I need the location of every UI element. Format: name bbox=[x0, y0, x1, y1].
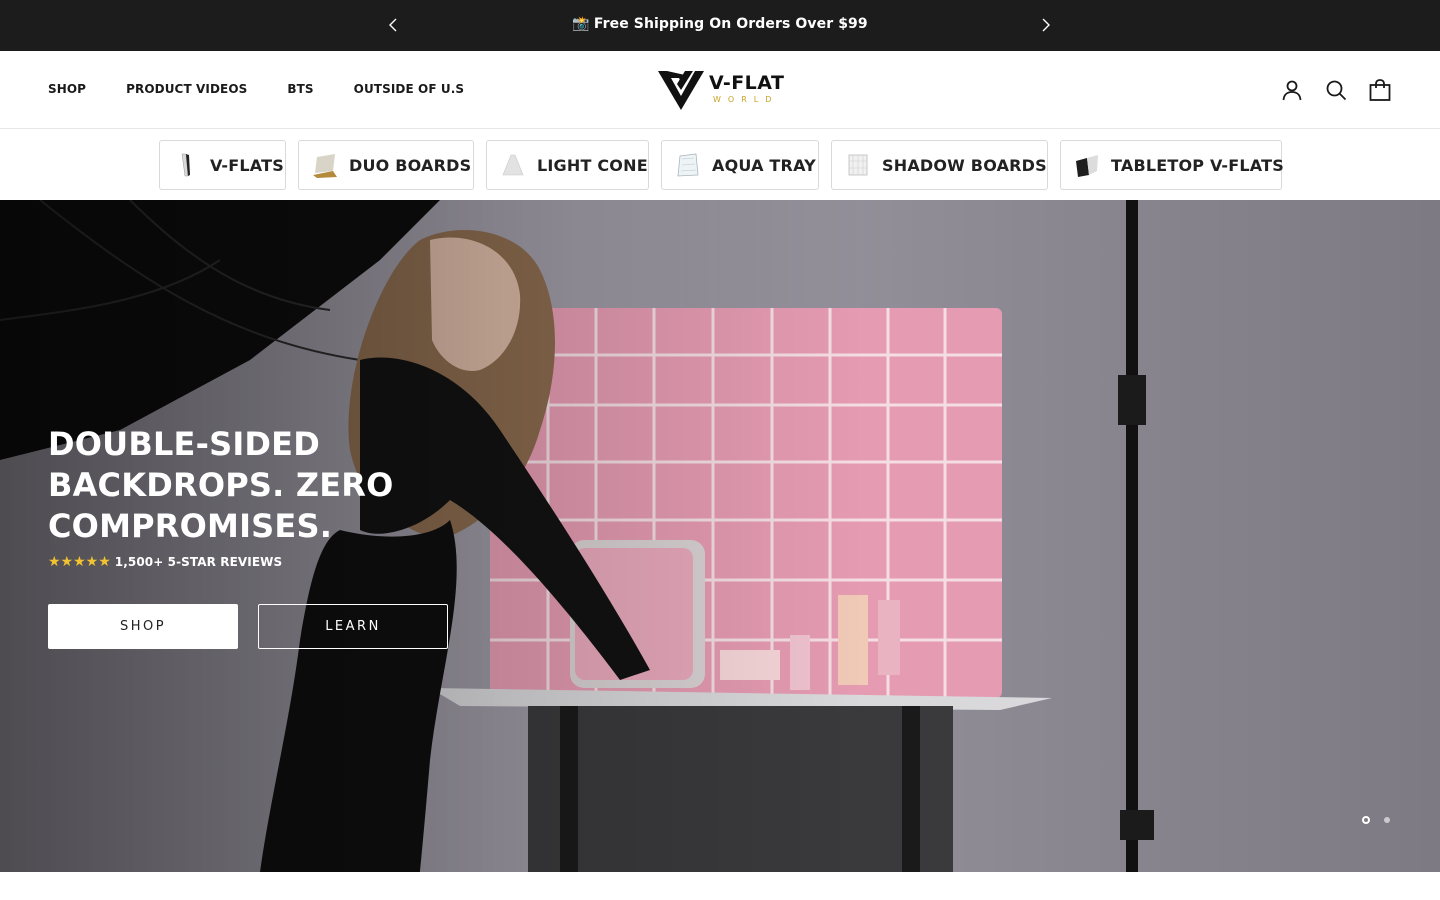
rating-text: 1,500+ 5-STAR REVIEWS bbox=[114, 555, 283, 569]
search-icon[interactable] bbox=[1324, 78, 1348, 102]
category-label: AQUA TRAY bbox=[712, 155, 816, 175]
category-chip-v-flats[interactable]: V-FLATS bbox=[159, 140, 286, 190]
chevron-right-icon bbox=[1042, 18, 1050, 32]
category-label: TABLETOP V-FLATS bbox=[1111, 155, 1284, 175]
category-chip-light-cone[interactable]: LIGHT CONE bbox=[486, 140, 649, 190]
main-nav: SHOP PRODUCT VIDEOS BTS OUTSIDE OF U.S bbox=[48, 82, 504, 96]
cart-icon[interactable] bbox=[1368, 78, 1392, 102]
hero-learn-button[interactable]: LEARN bbox=[258, 604, 448, 649]
camera-icon: 📸 bbox=[572, 16, 590, 32]
duo-board-icon bbox=[311, 151, 339, 179]
nav-item-shop[interactable]: SHOP bbox=[48, 82, 86, 96]
slide-dot-1[interactable] bbox=[1362, 816, 1370, 824]
hero-headline-line3: COMPROMISES. bbox=[48, 507, 333, 545]
hero-headline-line1: DOUBLE-SIDED bbox=[48, 425, 321, 463]
announcement-bar: 📸 Free Shipping On Orders Over $99 bbox=[0, 0, 1440, 51]
nav-item-bts[interactable]: BTS bbox=[287, 82, 313, 96]
v-flat-board-icon bbox=[172, 151, 200, 179]
slide-indicator bbox=[1362, 816, 1390, 824]
announcement-text: Free Shipping On Orders Over $99 bbox=[593, 16, 868, 32]
nav-item-product-videos[interactable]: PRODUCT VIDEOS bbox=[126, 82, 247, 96]
category-chip-duo-boards[interactable]: DUO BOARDS bbox=[298, 140, 474, 190]
logo-wordmark: V-FLAT bbox=[709, 72, 785, 94]
category-label: LIGHT CONE bbox=[537, 155, 648, 175]
hero-banner: DOUBLE-SIDED BACKDROPS. ZERO COMPROMISES… bbox=[0, 200, 1440, 872]
category-chip-shadow-boards[interactable]: SHADOW BOARDS bbox=[831, 140, 1048, 190]
star-rating-icon: ★★★★★ bbox=[48, 554, 111, 570]
category-chip-aqua-tray[interactable]: AQUA TRAY bbox=[661, 140, 819, 190]
site-header: SHOP PRODUCT VIDEOS BTS OUTSIDE OF U.S V… bbox=[0, 51, 1440, 129]
v-logo-mark-icon bbox=[658, 71, 704, 110]
slide-dot-2[interactable] bbox=[1384, 817, 1390, 823]
hero-shop-button[interactable]: SHOP bbox=[48, 604, 238, 649]
tabletop-v-flat-icon bbox=[1073, 151, 1101, 179]
nav-item-outside-us[interactable]: OUTSIDE OF U.S bbox=[354, 82, 465, 96]
hero-headline-line2: BACKDROPS. ZERO bbox=[48, 466, 394, 504]
account-icon[interactable] bbox=[1280, 78, 1304, 102]
category-label: SHADOW BOARDS bbox=[882, 155, 1047, 175]
category-chip-tabletop-v-flats[interactable]: TABLETOP V-FLATS bbox=[1060, 140, 1284, 190]
hero-headline: DOUBLE-SIDED BACKDROPS. ZERO COMPROMISES… bbox=[48, 424, 468, 547]
shadow-board-icon bbox=[844, 151, 872, 179]
category-label: DUO BOARDS bbox=[349, 155, 472, 175]
category-chips: V-FLATS DUO BOARDS LIGHT CONE AQUA TRAY … bbox=[0, 130, 1440, 200]
site-logo[interactable]: V-FLAT WORLD bbox=[657, 68, 787, 112]
category-label: V-FLATS bbox=[210, 155, 284, 175]
hero-rating: ★★★★★ 1,500+ 5-STAR REVIEWS bbox=[48, 554, 282, 570]
aqua-tray-icon bbox=[674, 151, 702, 179]
light-cone-icon bbox=[499, 151, 527, 179]
announcement-message: 📸 Free Shipping On Orders Over $99 bbox=[0, 16, 1440, 32]
logo-subtext: WORLD bbox=[713, 95, 779, 104]
announcement-next-arrow[interactable] bbox=[1035, 14, 1057, 36]
